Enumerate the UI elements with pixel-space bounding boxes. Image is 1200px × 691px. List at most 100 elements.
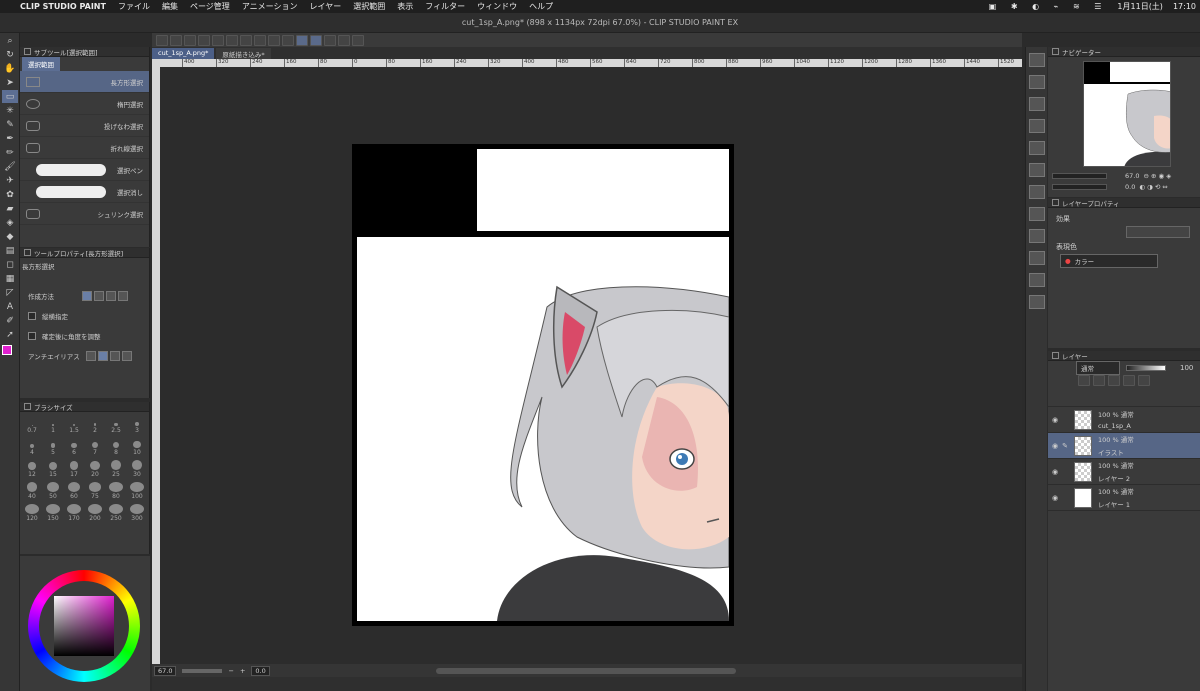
- panel-main[interactable]: [357, 237, 729, 621]
- panel-top[interactable]: [477, 149, 729, 231]
- text-tool-icon[interactable]: A: [2, 300, 18, 313]
- material2-icon[interactable]: [1029, 119, 1045, 133]
- subtool-shrink-select[interactable]: シュリンク選択: [20, 203, 149, 225]
- material3-icon[interactable]: [1029, 141, 1045, 155]
- eye-icon[interactable]: ◉: [1050, 416, 1060, 424]
- brush-size-item[interactable]: 15: [43, 460, 63, 478]
- selection-tool-icon[interactable]: ▭: [2, 90, 18, 103]
- brush-size-item[interactable]: 3: [127, 416, 147, 434]
- menu-help[interactable]: ヘルプ: [529, 1, 553, 12]
- brush-size-item[interactable]: 10: [127, 438, 147, 456]
- doc-tab-2[interactable]: 原紙描き込み*: [216, 48, 271, 59]
- subtool-selection-eraser[interactable]: 選択消し: [20, 181, 149, 203]
- brush-size-item[interactable]: 2: [85, 416, 105, 434]
- pen-tool-icon[interactable]: ✒: [2, 132, 18, 145]
- brush-size-item[interactable]: 5: [43, 438, 63, 456]
- brush-size-item[interactable]: 170: [64, 504, 84, 522]
- antialias-buttons[interactable]: [86, 351, 132, 361]
- subtool-group-tab[interactable]: 選択範囲: [22, 57, 60, 71]
- navigator-thumbnail[interactable]: [1083, 61, 1171, 167]
- balloon-tool-icon[interactable]: ✐: [2, 314, 18, 327]
- correction-tool-icon[interactable]: ➚: [2, 328, 18, 341]
- saturation-square[interactable]: [54, 596, 114, 656]
- subtool-selection-pen[interactable]: 選択ペン: [20, 159, 149, 181]
- zoom-in-button[interactable]: +: [240, 667, 245, 675]
- brush-size-item[interactable]: 1.5: [64, 416, 84, 434]
- material4-icon[interactable]: [1029, 163, 1045, 177]
- eye-icon[interactable]: ◉: [1050, 494, 1060, 502]
- frame-tool-icon[interactable]: ▦: [2, 272, 18, 285]
- subtool-ellipse-select[interactable]: 楕円選択: [20, 93, 149, 115]
- brush-size-item[interactable]: 0.7: [22, 416, 42, 434]
- home-button[interactable]: [156, 34, 168, 46]
- save-button[interactable]: [198, 34, 210, 46]
- menu-filter[interactable]: フィルター: [425, 1, 465, 12]
- menu-layer[interactable]: レイヤー: [310, 1, 342, 12]
- blend-mode-dropdown[interactable]: 通常: [1076, 361, 1120, 375]
- brush-size-item[interactable]: 150: [43, 504, 63, 522]
- eye-icon[interactable]: ◉: [1050, 468, 1060, 476]
- menu-view[interactable]: 表示: [397, 1, 413, 12]
- app-menu[interactable]: CLIP STUDIO PAINT: [20, 2, 106, 11]
- menu-file[interactable]: ファイル: [118, 1, 150, 12]
- subtool-rect-select[interactable]: 長方形選択: [20, 71, 149, 93]
- horizontal-scrollbar[interactable]: [435, 667, 736, 674]
- gradient-tool-icon[interactable]: ▤: [2, 244, 18, 257]
- brush-size-item[interactable]: 60: [64, 482, 84, 500]
- zoom-tool-icon[interactable]: ⌕: [2, 34, 18, 47]
- material7-icon[interactable]: [1029, 229, 1045, 243]
- brush-size-item[interactable]: 75: [85, 482, 105, 500]
- brush-size-item[interactable]: 6: [64, 438, 84, 456]
- reference-icon[interactable]: [1108, 375, 1120, 386]
- zoom-field[interactable]: 67.0: [154, 665, 177, 676]
- opacity-slider[interactable]: [1126, 365, 1166, 371]
- subview-icon[interactable]: [1029, 75, 1045, 89]
- undo-button[interactable]: [212, 34, 224, 46]
- brush-size-item[interactable]: 300: [127, 504, 147, 522]
- subtool-lasso-select[interactable]: 投げなわ選択: [20, 115, 149, 137]
- object-tool-icon[interactable]: ➤: [2, 76, 18, 89]
- material8-icon[interactable]: [1029, 251, 1045, 265]
- eyedropper-icon[interactable]: ✎: [2, 118, 18, 131]
- rotate-tool-icon[interactable]: ↻: [2, 48, 18, 61]
- draft-icon[interactable]: [1123, 375, 1135, 386]
- menu-selection[interactable]: 選択範囲: [353, 1, 385, 12]
- layer-row[interactable]: ◉ 100 % 通常 cut_1sp_A: [1048, 407, 1200, 433]
- menu-animation[interactable]: アニメーション: [242, 1, 298, 12]
- color-mode-dropdown[interactable]: ● カラー: [1060, 254, 1158, 268]
- brush-size-item[interactable]: 250: [106, 504, 126, 522]
- new-button[interactable]: [170, 34, 182, 46]
- brush-size-item[interactable]: 120: [22, 504, 42, 522]
- brush-size-item[interactable]: 12: [22, 460, 42, 478]
- material9-icon[interactable]: [1029, 273, 1045, 287]
- zoom-slider[interactable]: [182, 668, 223, 673]
- menu-window[interactable]: ウィンドウ: [477, 1, 517, 12]
- brush-size-item[interactable]: 7: [85, 438, 105, 456]
- decoration-tool-icon[interactable]: ✿: [2, 188, 18, 201]
- move-tool-icon[interactable]: ✋: [2, 62, 18, 75]
- edit-target-icon[interactable]: ✎: [1060, 442, 1070, 450]
- eye-icon[interactable]: ◉: [1050, 442, 1060, 450]
- creation-mode-buttons[interactable]: [82, 291, 128, 301]
- figure-tool-icon[interactable]: ◻: [2, 258, 18, 271]
- subtool-polyline-select[interactable]: 折れ線選択: [20, 137, 149, 159]
- nav-rotate-buttons[interactable]: ◐ ◑ ⟲ ⇔: [1139, 183, 1167, 191]
- effect-buttons[interactable]: [1126, 226, 1190, 238]
- material10-icon[interactable]: [1029, 295, 1045, 309]
- nav-zoom-slider[interactable]: [1052, 173, 1107, 179]
- angle-checkbox[interactable]: [28, 332, 36, 340]
- deselect-button[interactable]: [268, 34, 280, 46]
- clip-icon[interactable]: [1093, 375, 1105, 386]
- snap-grid-button[interactable]: [324, 34, 336, 46]
- brush-size-item[interactable]: 80: [106, 482, 126, 500]
- brush-size-item[interactable]: 50: [43, 482, 63, 500]
- layer-row[interactable]: ◉ 100 % 通常 レイヤー 2: [1048, 459, 1200, 485]
- brush-size-item[interactable]: 30: [127, 460, 147, 478]
- status-icons[interactable]: ▣ ✱ ◐ ⌁ ≋ ☰: [989, 2, 1108, 11]
- nav-rotate-slider[interactable]: [1052, 184, 1107, 190]
- invert-selection-button[interactable]: [282, 34, 294, 46]
- snap-special-button[interactable]: [310, 34, 322, 46]
- brush-size-item[interactable]: 25: [106, 460, 126, 478]
- page-button[interactable]: [338, 34, 350, 46]
- menu-edit[interactable]: 編集: [162, 1, 178, 12]
